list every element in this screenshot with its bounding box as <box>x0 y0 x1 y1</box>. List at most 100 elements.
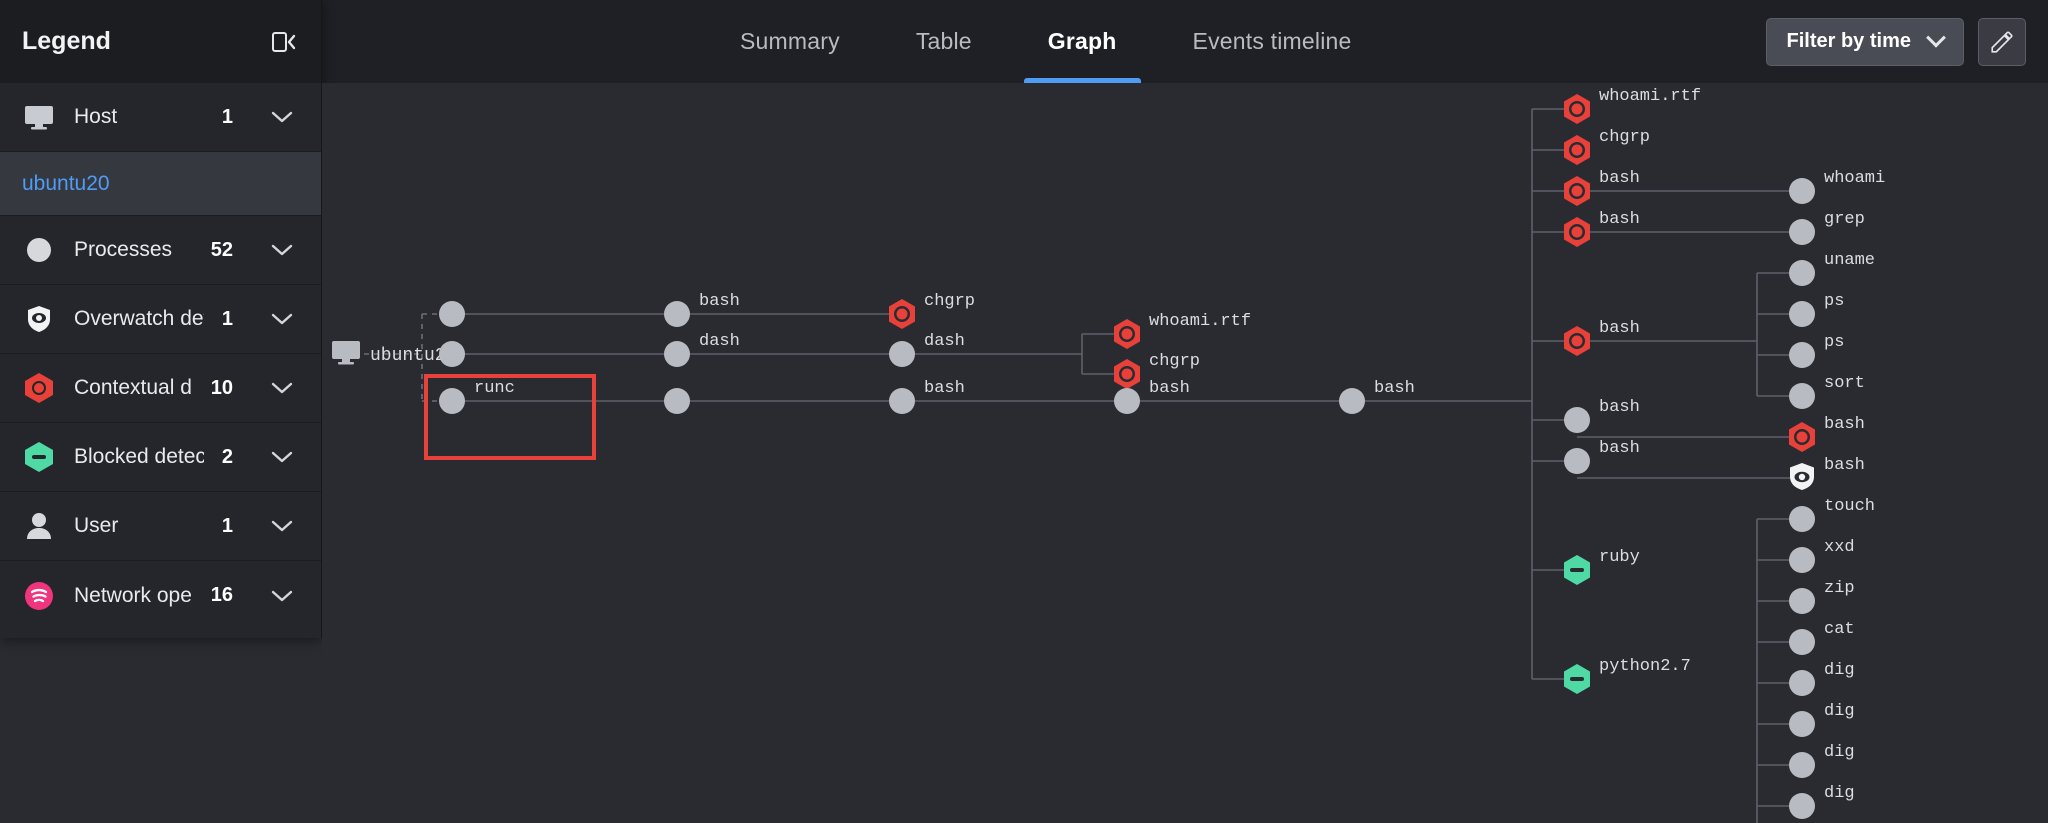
graph-node-n1[interactable] <box>439 301 465 327</box>
chevron-down-icon[interactable] <box>265 440 299 474</box>
legend-item-overwatch-detections[interactable]: Overwatch det... 1 <box>0 285 321 354</box>
circle-icon <box>439 341 465 367</box>
tab-graph-label: Graph <box>1047 28 1117 54</box>
circle-icon <box>1789 342 1815 368</box>
tab-bar: Summary Table Graph Events timeline <box>702 0 1390 83</box>
tab-table[interactable]: Table <box>878 0 1010 83</box>
graph-node-chgrp[interactable]: chgrp <box>889 292 975 329</box>
circle-icon <box>664 388 690 414</box>
legend-selected-host-label: ubuntu20 <box>22 171 110 195</box>
graph-node-label: runc <box>474 379 515 398</box>
chevron-down-icon[interactable] <box>265 509 299 543</box>
graph-node-whoami.rtf[interactable]: whoami.rtf <box>1114 312 1251 349</box>
graph-node-label: chgrp <box>924 292 975 311</box>
legend-item-network-operations[interactable]: Network oper... 16 <box>0 561 321 630</box>
graph-node-label: bash <box>1599 169 1640 188</box>
graph-node-cat[interactable]: cat <box>1789 620 1855 655</box>
chevron-down-icon[interactable] <box>265 579 299 613</box>
legend-header: Legend <box>0 0 321 83</box>
hex-green-icon <box>22 440 56 474</box>
chevron-down-icon[interactable] <box>265 371 299 405</box>
circle-icon <box>1789 793 1815 819</box>
graph-node-label: ps <box>1824 333 1844 352</box>
graph-node-dig[interactable]: dig <box>1789 702 1855 737</box>
tab-graph[interactable]: Graph <box>1010 0 1155 83</box>
graph-node-label: bash <box>1149 379 1190 398</box>
graph-node-host[interactable]: ubuntu20 <box>332 341 456 366</box>
graph-node-zip[interactable]: zip <box>1789 579 1855 614</box>
chevron-down-icon[interactable] <box>265 233 299 267</box>
graph-node-ps[interactable]: ps <box>1789 292 1844 327</box>
process-tree-graph[interactable]: ubuntu20 runc bash dash chgrp dash bash whoami.… <box>322 83 2048 823</box>
graph-node-bash[interactable]: bash <box>1564 439 1640 474</box>
graph-node-ps[interactable]: ps <box>1789 333 1844 368</box>
circle-icon <box>1789 506 1815 532</box>
circle-icon <box>1789 301 1815 327</box>
graph-node-label: chgrp <box>1149 352 1200 371</box>
graph-node-dig[interactable]: dig <box>1789 743 1855 778</box>
filter-by-time-button[interactable]: Filter by time <box>1765 17 1964 66</box>
tab-summary[interactable]: Summary <box>702 0 878 83</box>
graph-node-label: dig <box>1824 661 1855 680</box>
graph-node-n2[interactable] <box>439 341 465 367</box>
tab-table-label: Table <box>915 28 972 54</box>
graph-node-bash[interactable]: bash <box>1339 379 1415 414</box>
graph-node-label: touch <box>1824 497 1875 516</box>
graph-node-dash[interactable]: dash <box>664 332 740 367</box>
process-graph-page: Summary Table Graph Events timeline Filt… <box>0 0 2048 823</box>
graph-node-label: dig <box>1824 743 1855 762</box>
graph-node-uname[interactable]: uname <box>1789 251 1875 286</box>
graph-node-label: bash <box>1824 456 1865 475</box>
chevron-down-icon[interactable] <box>265 100 299 134</box>
graph-node-bash[interactable]: bash <box>1564 169 1640 206</box>
legend-item-host-label: Host <box>74 105 118 128</box>
graph-node-python2.7[interactable]: python2.7 <box>1564 657 1691 694</box>
graph-node-label: cat <box>1824 620 1855 639</box>
graph-node-label: ruby <box>1599 548 1640 567</box>
process-graph-canvas[interactable]: ubuntu20 runc bash dash chgrp dash bash whoami.… <box>322 83 2048 823</box>
panel-collapse-icon[interactable] <box>267 26 299 58</box>
edit-button[interactable] <box>1978 17 2026 66</box>
graph-node-label: dash <box>924 332 965 351</box>
graph-node-bash[interactable]: bash <box>1564 210 1640 247</box>
graph-node-dash[interactable]: dash <box>889 332 965 367</box>
graph-node-bash[interactable]: bash <box>1564 398 1640 433</box>
graph-node-xxd[interactable]: xxd <box>1789 538 1855 573</box>
legend-item-blocked-count: 2 <box>221 445 233 468</box>
graph-node-grep[interactable]: grep <box>1789 210 1865 245</box>
user-icon <box>22 509 56 543</box>
graph-node-bash[interactable]: bash <box>1789 415 1865 452</box>
graph-node-chgrp[interactable]: chgrp <box>1564 128 1650 165</box>
graph-node-label: whoami.rtf <box>1149 312 1251 331</box>
legend-item-contextual-detections[interactable]: Contextual d... 10 <box>0 354 321 423</box>
filter-by-time-label: Filter by time <box>1786 30 1911 52</box>
graph-node-dig[interactable]: dig <box>1789 661 1855 696</box>
legend-selected-host[interactable]: ubuntu20 <box>0 152 321 216</box>
graph-node-label: bash <box>1599 398 1640 417</box>
pencil-icon <box>1991 30 2013 53</box>
graph-node-bash[interactable]: bash <box>1790 456 1865 490</box>
graph-node-dig[interactable]: dig <box>1789 784 1855 819</box>
legend-item-user[interactable]: User 1 <box>0 492 321 561</box>
legend-item-host[interactable]: Host 1 <box>0 83 321 152</box>
graph-node-label: xxd <box>1824 538 1855 557</box>
graph-node-touch[interactable]: touch <box>1789 497 1875 532</box>
graph-node-n6[interactable] <box>664 388 690 414</box>
graph-node-whoami[interactable]: whoami <box>1789 169 1885 204</box>
graph-node-runc[interactable]: runc <box>439 379 515 414</box>
graph-node-whoami.rtf[interactable]: whoami.rtf <box>1564 87 1701 124</box>
graph-node-bash[interactable]: bash <box>664 292 740 327</box>
graph-node-sort[interactable]: sort <box>1789 374 1865 409</box>
legend-item-user-count: 1 <box>221 514 233 537</box>
graph-node-bash[interactable]: bash <box>889 379 965 414</box>
chevron-down-icon[interactable] <box>265 302 299 336</box>
tab-events-timeline-label: Events timeline <box>1192 28 1352 54</box>
graph-node-ruby[interactable]: ruby <box>1564 548 1640 585</box>
legend-item-processes[interactable]: Processes 52 <box>0 216 321 285</box>
tab-events-timeline[interactable]: Events timeline <box>1155 0 1390 83</box>
circle-icon <box>664 341 690 367</box>
top-bar: Summary Table Graph Events timeline Filt… <box>322 0 2048 83</box>
graph-node-bash[interactable]: bash <box>1564 319 1640 356</box>
circle-icon <box>439 388 465 414</box>
legend-item-blocked-detections[interactable]: Blocked detect... 2 <box>0 423 321 492</box>
